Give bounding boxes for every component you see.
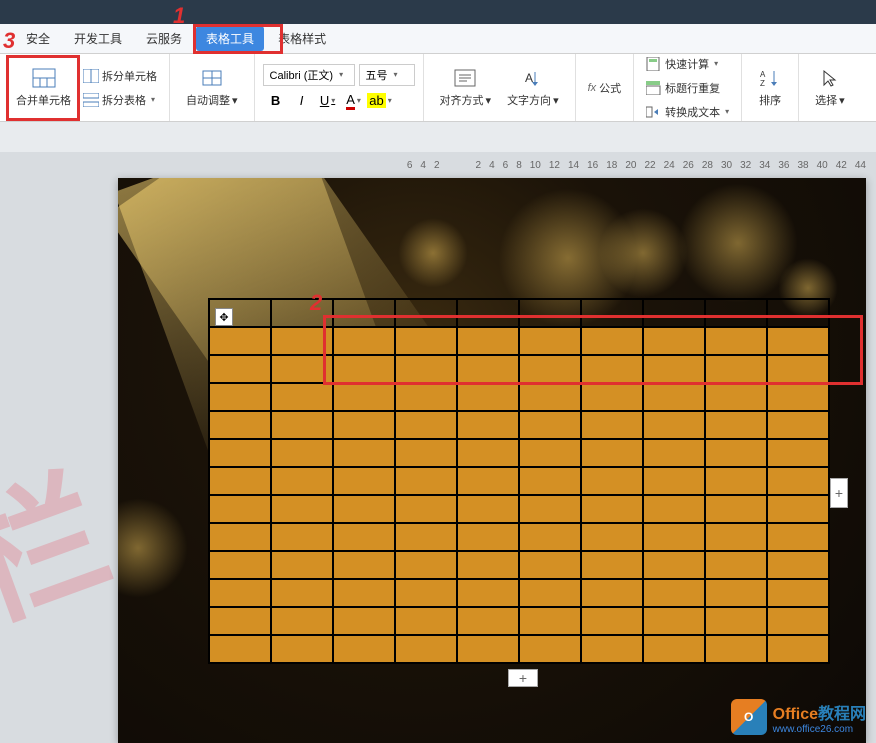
table-row [209, 411, 829, 439]
add-column-button[interactable]: + [830, 478, 848, 508]
add-row-button[interactable]: + [508, 669, 538, 687]
table-row [209, 467, 829, 495]
table-row [209, 439, 829, 467]
underline-button[interactable]: U▾ [315, 90, 341, 112]
annotation-box-3 [6, 55, 80, 121]
font-size-select[interactable]: 五号▾ [359, 64, 415, 86]
menu-cloud[interactable]: 云服务 [136, 26, 192, 51]
footer-title-suffix: 教程网 [818, 706, 866, 723]
sort-icon: AZ [758, 68, 782, 88]
table-row [209, 495, 829, 523]
bokeh-circle [398, 218, 468, 288]
split-cell-icon [83, 69, 99, 83]
split-cell-button[interactable]: 拆分单元格 [79, 66, 161, 86]
menu-security[interactable]: 安全 [16, 26, 60, 51]
annotation-label-1: 1 [173, 3, 185, 29]
font-color-button[interactable]: A▾ [341, 90, 367, 112]
table-row [209, 523, 829, 551]
svg-text:Z: Z [760, 79, 765, 88]
svg-text:A: A [525, 71, 533, 85]
convert-icon [646, 105, 662, 119]
document-page[interactable]: ✥ + + [118, 178, 866, 743]
table-row [209, 579, 829, 607]
annotation-label-3: 3 [3, 28, 15, 54]
title-bar [0, 0, 876, 24]
ruler: 6 4 2 2 4 6 8 10 12 14 16 18 20 22 24 26… [0, 152, 876, 178]
header-repeat-icon [646, 81, 662, 95]
align-button[interactable]: 对齐方式▾ [432, 64, 500, 112]
font-name-select[interactable]: Calibri (正文)▾ [263, 64, 355, 86]
ribbon: 合并单元格 拆分单元格 拆分表格▾ 自动调整▾ Calibri (正文)▾ 五号… [0, 54, 876, 122]
watermark: 栏 [0, 420, 130, 658]
auto-fit-button[interactable]: 自动调整▾ [178, 64, 246, 112]
svg-text:A: A [760, 70, 766, 79]
split-table-button[interactable]: 拆分表格▾ [79, 90, 161, 110]
cursor-icon [818, 68, 842, 88]
highlight-button[interactable]: ab▾ [367, 90, 393, 112]
text-direction-button[interactable]: A 文字方向▾ [499, 64, 567, 112]
convert-text-button[interactable]: 转换成文本▾ [642, 102, 733, 122]
bokeh-circle [118, 498, 188, 598]
align-icon [453, 68, 477, 88]
table-row [209, 635, 829, 663]
calculator-icon [646, 57, 662, 71]
table-row [209, 383, 829, 411]
dropdown-icon: ▾ [151, 95, 155, 104]
menu-devtools[interactable]: 开发工具 [64, 26, 132, 51]
logo-icon: O [731, 699, 767, 735]
footer-logo: O Office教程网 www.office26.com [731, 699, 866, 735]
menu-bar: 安全 开发工具 云服务 表格工具 表格样式 [0, 24, 876, 54]
bold-button[interactable]: B [263, 90, 289, 112]
footer-url: www.office26.com [773, 724, 866, 735]
dropdown-icon: ▾ [232, 95, 238, 107]
sort-button[interactable]: AZ 排序 [750, 64, 790, 112]
formula-button[interactable]: fx 公式 [584, 72, 626, 104]
annotation-box-1 [193, 24, 283, 54]
quick-calc-button[interactable]: 快速计算▾ [642, 54, 733, 74]
table-row [209, 607, 829, 635]
split-table-icon [83, 93, 99, 107]
annotation-label-2: 2 [310, 290, 322, 316]
bokeh-circle [598, 208, 688, 298]
table-row [209, 551, 829, 579]
auto-fit-icon [200, 68, 224, 88]
text-direction-icon: A [521, 68, 545, 88]
workspace: 栏 ✥ + [0, 178, 876, 743]
annotation-box-2 [323, 315, 863, 385]
italic-button[interactable]: I [289, 90, 315, 112]
select-button[interactable]: 选择▾ [807, 64, 853, 112]
table-move-handle[interactable]: ✥ [215, 308, 233, 326]
repeat-header-button[interactable]: 标题行重复 [642, 78, 733, 98]
